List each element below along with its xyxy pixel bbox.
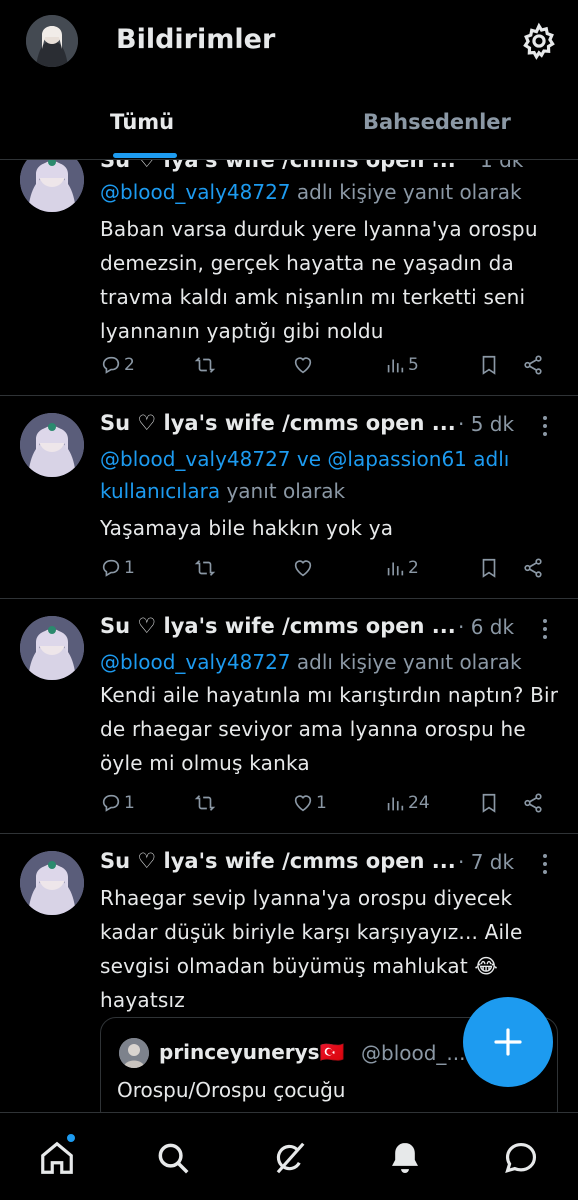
reply-button[interactable]: 1 [100, 557, 135, 579]
tweet-actions: 2 5 [100, 354, 556, 384]
analytics-icon [387, 797, 404, 811]
page-title: Bildirimler [116, 24, 276, 55]
author-name[interactable]: Su ♡ lya's wife /cmms open ... [100, 849, 456, 873]
heart-icon [294, 560, 312, 577]
tweet-body: Baban varsa durduk yere lyanna'ya orospu… [100, 217, 538, 343]
reply-context: @blood_valy48727 ve @lapassion61 adlı ku… [100, 447, 510, 503]
heart-icon [294, 357, 312, 374]
compose-button[interactable] [463, 997, 553, 1087]
avatar[interactable] [20, 413, 84, 477]
author-name[interactable]: Su ♡ lya's wife /cmms open ... [100, 411, 456, 435]
quote-avatar [119, 1038, 149, 1068]
retweet-button[interactable] [194, 557, 216, 579]
reply-icon [102, 794, 120, 812]
retweet-icon [194, 795, 216, 811]
reply-context: @blood_valy48727 adlı kişiye yanıt olara… [100, 650, 522, 674]
reply-button[interactable]: 2 [100, 354, 135, 376]
tab-mentions[interactable]: Bahsedenler [363, 110, 511, 134]
like-button[interactable] [292, 354, 316, 376]
reply-icon [102, 559, 120, 577]
retweet-icon [194, 560, 216, 576]
share-icon [524, 558, 542, 578]
like-button[interactable]: 1 [292, 792, 327, 814]
notification-dot [66, 1133, 76, 1143]
quote-author-handle: @blood_... [361, 1041, 466, 1065]
bell-icon[interactable] [386, 1139, 424, 1177]
bookmark-icon [482, 793, 496, 813]
retweet-button[interactable] [194, 354, 218, 376]
bookmark-button[interactable] [478, 557, 500, 579]
tweet-actions: 1 2 [100, 557, 556, 587]
more-icon[interactable] [534, 851, 556, 877]
retweet-icon [194, 357, 216, 373]
like-button[interactable] [292, 557, 314, 579]
tweet-body: Rhaegar sevip lyanna'ya orospu diyecek k… [100, 886, 523, 1012]
avatar[interactable] [20, 616, 84, 680]
analytics-icon [387, 562, 404, 576]
analytics-icon [387, 359, 404, 373]
tweet-body: Kendi aile hayatınla mı karıştırdın napt… [100, 683, 559, 775]
tweet[interactable]: Su ♡ lya's wife /cmms open ... · 5 dk @b… [0, 397, 578, 599]
tweet-body: Yaşamaya bile hakkın yok ya [100, 516, 394, 540]
bookmark-button[interactable] [478, 354, 500, 376]
tweet-actions: 1 1 24 [100, 792, 556, 822]
more-icon[interactable] [534, 413, 556, 439]
heart-icon [294, 795, 312, 812]
grok-icon[interactable] [270, 1139, 308, 1177]
reply-mention[interactable]: @blood_valy48727 [100, 180, 291, 204]
messages-icon[interactable] [502, 1139, 540, 1177]
home-icon[interactable] [38, 1139, 76, 1177]
quote-text: Orospu/Orospu çocuğu [117, 1078, 346, 1102]
quote-author-name: princeyunerys🇹🇷 [159, 1040, 345, 1064]
share-button[interactable] [522, 354, 544, 376]
bookmark-button[interactable] [478, 792, 500, 814]
reply-button[interactable]: 1 [100, 792, 135, 814]
share-icon [524, 355, 542, 375]
retweet-button[interactable] [194, 792, 216, 814]
gear-icon[interactable] [520, 22, 558, 60]
avatar[interactable] [20, 851, 84, 915]
reply-context: @blood_valy48727 adlı kişiye yanıt olara… [100, 180, 522, 204]
views-button[interactable]: 2 [384, 557, 419, 579]
bottom-nav [0, 1112, 578, 1200]
tweet-time: · 7 dk [458, 850, 515, 874]
views-button[interactable]: 24 [384, 792, 430, 814]
reply-icon [102, 356, 120, 374]
plus-icon [494, 1028, 522, 1056]
more-icon[interactable] [534, 616, 556, 642]
profile-avatar[interactable] [26, 15, 78, 67]
author-name[interactable]: Su ♡ lya's wife /cmms open ... [100, 614, 456, 638]
share-button[interactable] [522, 557, 544, 579]
tweet-time: · 5 dk [458, 412, 515, 436]
share-button[interactable] [522, 792, 544, 814]
search-icon[interactable] [154, 1139, 192, 1177]
bookmark-icon [482, 355, 496, 375]
top-bar: Bildirimler Tümü Bahsedenler [0, 0, 578, 160]
reply-mention[interactable]: @blood_valy48727 [100, 650, 291, 674]
tab-all[interactable]: Tümü [110, 110, 174, 134]
share-icon [524, 793, 542, 813]
bookmark-icon [482, 558, 496, 578]
active-tab-indicator [113, 153, 177, 158]
tweet-time: · 6 dk [458, 615, 515, 639]
views-button[interactable]: 5 [384, 354, 419, 376]
tweet[interactable]: Su ♡ lya's wife /cmms open ... · 6 dk @b… [0, 600, 578, 834]
